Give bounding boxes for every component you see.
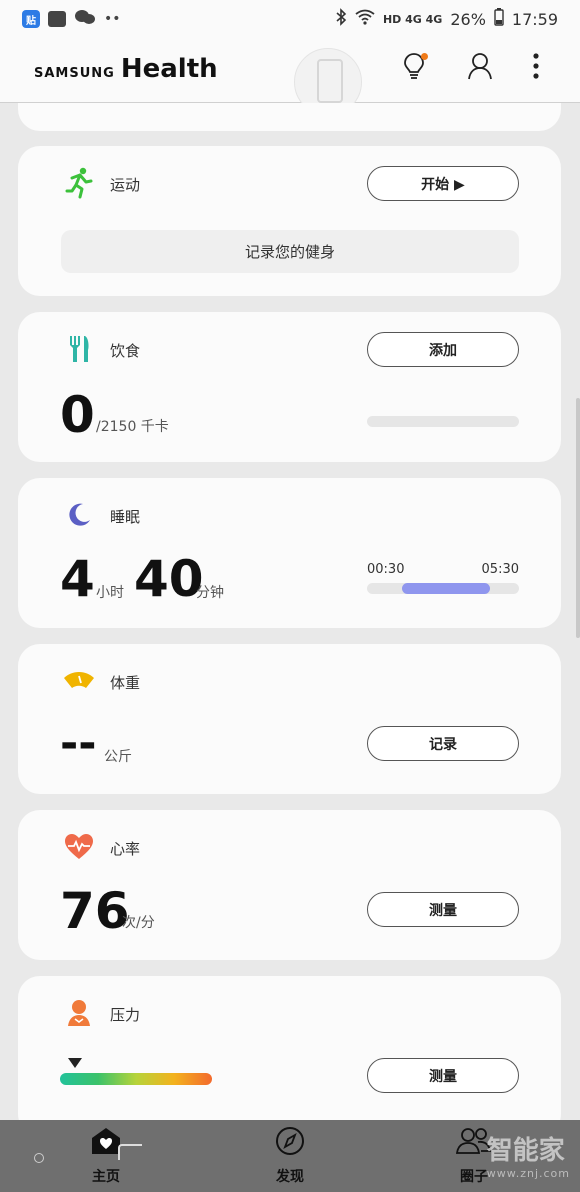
- food-card[interactable]: 饮食 添加 0 /2150 千卡: [18, 312, 561, 462]
- stress-card[interactable]: 压力 测量: [18, 976, 561, 1120]
- battery-percent: 26%: [450, 9, 486, 29]
- profile-button[interactable]: [462, 50, 498, 86]
- sleep-end-time: 05:30: [481, 562, 519, 577]
- site-watermark: 智能家 www.znj.com: [487, 1130, 570, 1180]
- add-food-button[interactable]: 添加: [367, 332, 519, 367]
- notification-dot: [421, 53, 428, 60]
- home-dot-icon: [34, 1153, 44, 1163]
- weight-card[interactable]: 体重 -- 公斤 记录: [18, 644, 561, 794]
- food-title: 饮食: [110, 342, 141, 360]
- stress-title: 压力: [110, 1006, 141, 1024]
- fork-knife-icon: [62, 332, 96, 366]
- samsung-health-logo: SAMSUNG Health: [34, 54, 218, 84]
- heart-rate-unit: 次/分: [122, 915, 155, 931]
- calories-progress-bar: [367, 416, 519, 427]
- nav-discover[interactable]: 发现: [250, 1126, 330, 1186]
- running-icon: [62, 166, 96, 200]
- stress-person-icon: [62, 996, 96, 1030]
- exercise-card[interactable]: 运动 开始 ▶ 记录您的健身: [18, 146, 561, 296]
- sleep-hours: 4: [60, 550, 95, 608]
- sleep-title: 睡眠: [110, 508, 141, 526]
- watermark-text: 智能家: [486, 1136, 565, 1166]
- sleep-period-fill: [402, 583, 490, 594]
- sleep-timeline-bar: [367, 583, 519, 594]
- heart-rate-card[interactable]: 心率 76 次/分 测量: [18, 810, 561, 960]
- brand-small: SAMSUNG: [34, 66, 115, 81]
- exercise-title: 运动: [110, 176, 141, 194]
- sleep-minutes: 40: [134, 550, 204, 608]
- more-options-button[interactable]: [518, 50, 554, 86]
- sleep-card[interactable]: 睡眠 4 小时 40 分钟 00:30 05:30: [18, 478, 561, 628]
- nav-discover-label: 发现: [276, 1169, 304, 1185]
- nav-home-label: 主页: [92, 1169, 120, 1185]
- back-gesture-icon: [118, 1144, 142, 1160]
- compass-icon: [274, 1127, 306, 1160]
- status-notifications: 贴 ••: [22, 8, 121, 30]
- record-weight-button[interactable]: 记录: [367, 726, 519, 761]
- previous-card[interactable]: [18, 103, 561, 131]
- record-workout-button[interactable]: 记录您的健身: [61, 230, 519, 273]
- clock: 17:59: [511, 9, 558, 29]
- tips-button[interactable]: [396, 50, 432, 86]
- measure-heart-rate-button[interactable]: 测量: [367, 892, 519, 927]
- record-workout-label: 记录您的健身: [244, 243, 335, 261]
- weight-title: 体重: [110, 674, 141, 692]
- wechat-icon: [74, 8, 96, 30]
- weight-value: --: [60, 718, 97, 769]
- start-exercise-button[interactable]: 开始 ▶: [367, 166, 519, 201]
- hours-unit: 小时: [96, 585, 124, 601]
- weight-unit: 公斤: [104, 749, 132, 765]
- app-header: SAMSUNG Health: [0, 36, 580, 116]
- stress-gauge: [60, 1058, 212, 1085]
- stress-level-marker: [68, 1058, 83, 1068]
- heart-pulse-icon: [62, 830, 96, 864]
- edge-panel-handle[interactable]: [576, 398, 580, 638]
- sleep-start-time: 00:30: [367, 562, 405, 577]
- wifi-icon: [355, 9, 375, 29]
- bluetooth-icon: [335, 8, 347, 30]
- more-notifications-icon: ••: [104, 11, 121, 27]
- scale-icon: [62, 664, 96, 698]
- measure-stress-button[interactable]: 测量: [367, 1058, 519, 1093]
- more-vertical-icon: [533, 53, 539, 83]
- moon-icon: [62, 498, 96, 532]
- heart-rate-value: 76: [60, 882, 130, 940]
- calories-value: 0: [60, 386, 95, 444]
- watermark-url: www.znj.com: [486, 1167, 570, 1180]
- status-bar: 贴 •• HD 4G 4G 26% 17:59: [0, 0, 580, 36]
- person-icon: [466, 51, 494, 85]
- status-indicators: HD 4G 4G 26% 17:59: [335, 8, 558, 30]
- dashboard-list[interactable]: 运动 开始 ▶ 记录您的健身 饮食 添加 0 /2150 千卡 睡眠 4 小时 …: [0, 103, 580, 1120]
- network-indicator: HD 4G 4G: [382, 12, 443, 26]
- battery-icon: [494, 8, 504, 30]
- brand-large: Health: [120, 54, 218, 84]
- heart-rate-title: 心率: [110, 840, 141, 858]
- message-icon: [48, 11, 66, 27]
- app-notification-icon: 贴: [22, 10, 40, 28]
- minutes-unit: 分钟: [196, 585, 224, 601]
- calories-goal: /2150 千卡: [96, 419, 169, 435]
